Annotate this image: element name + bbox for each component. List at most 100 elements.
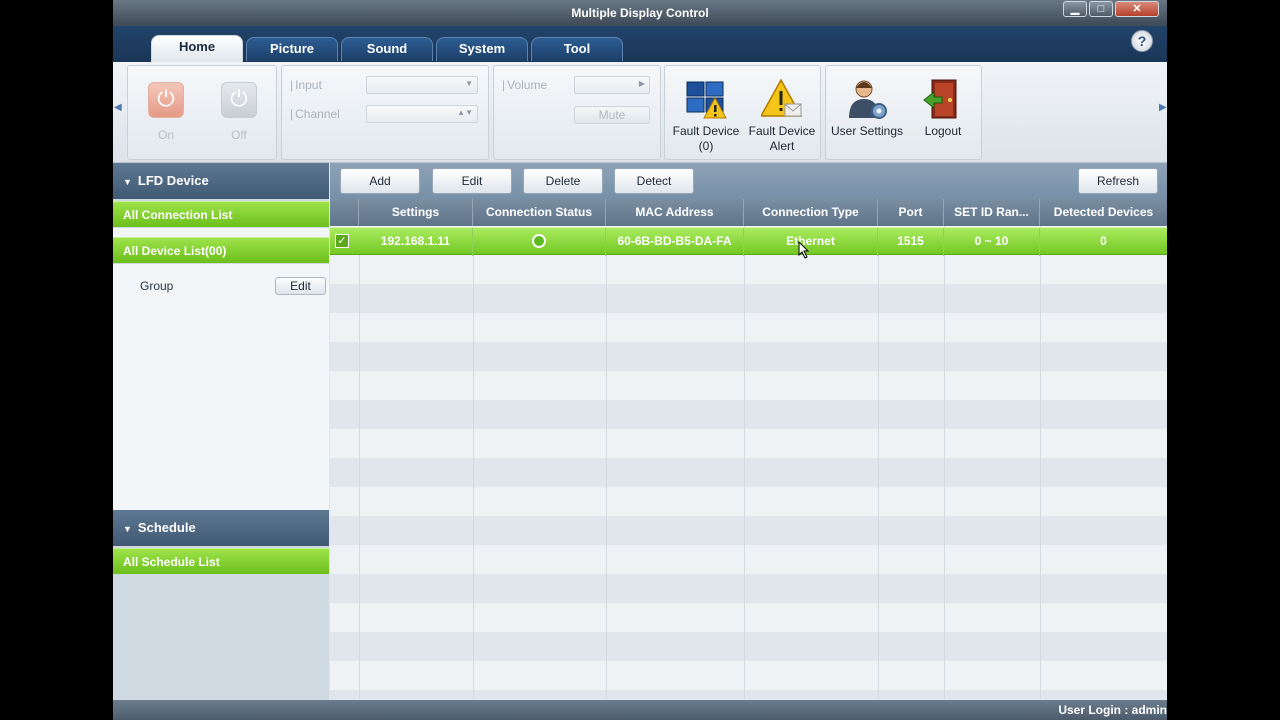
status-bar: User Login : admin — [113, 700, 1167, 720]
power-off-label: Off — [231, 128, 247, 142]
power-off-button[interactable]: ⏻ — [221, 82, 257, 118]
cell-settings: 192.168.1.11 — [359, 228, 473, 256]
add-button[interactable]: Add — [340, 168, 420, 194]
cell-set-id-range: 0 ~ 10 — [944, 228, 1040, 256]
schedule-header[interactable]: ▼ Schedule — [113, 510, 329, 546]
empty-table-row — [330, 371, 1167, 400]
cell-port: 1515 — [878, 228, 944, 256]
cell-connection-status — [473, 228, 606, 256]
collapse-triangle-icon: ▼ — [123, 177, 132, 187]
tab-system[interactable]: System — [436, 37, 528, 61]
row-checkbox[interactable]: ✓ — [335, 234, 349, 248]
input-select[interactable]: ▼ — [366, 76, 478, 94]
table-row[interactable]: ✓ 192.168.1.11 60-6B-BD-B5-DA-FA Etherne… — [330, 227, 1167, 256]
power-on-button[interactable]: ⏻ — [148, 82, 184, 118]
logout-button[interactable]: Logout — [904, 66, 982, 159]
table-header: Settings Connection Status MAC Address C… — [330, 199, 1167, 226]
channel-stepper[interactable]: ▲▼ — [366, 105, 478, 123]
fault-device-alert-label: Fault Device Alert — [743, 124, 821, 154]
chevron-right-icon: ▶ — [638, 79, 645, 88]
home-ribbon: ◀ ▶ ⏻ On ⏻ Off Input ▼ Channel ▲▼ Volume… — [113, 62, 1167, 163]
empty-table-row — [330, 603, 1167, 632]
close-button[interactable]: ✕ — [1115, 1, 1159, 17]
cell-detected-devices: 0 — [1100, 234, 1107, 248]
column-header-set-id-range[interactable]: SET ID Ran... — [944, 199, 1040, 226]
fault-device-label: Fault Device (0) — [667, 124, 745, 154]
input-label: Input — [290, 78, 322, 92]
fault-device-label-line1: Fault Device — [672, 124, 740, 138]
logout-door-icon — [923, 79, 957, 119]
delete-button[interactable]: Delete — [523, 168, 603, 194]
cell-connection-type: Ethernet — [744, 228, 878, 256]
tab-home[interactable]: Home — [151, 35, 243, 62]
empty-table-row — [330, 400, 1167, 429]
column-header-mac-address[interactable]: MAC Address — [606, 199, 744, 226]
refresh-button[interactable]: Refresh — [1078, 168, 1158, 194]
fault-alert-label-line2: Alert — [769, 139, 795, 153]
volume-label: Volume — [502, 78, 547, 92]
fault-device-alert-button[interactable]: Fault Device Alert — [743, 66, 821, 159]
tab-sound[interactable]: Sound — [341, 37, 433, 61]
empty-table-row — [330, 313, 1167, 342]
select-all-header[interactable] — [330, 199, 359, 226]
connected-status-icon — [532, 233, 546, 248]
ribbon-scroll-right-icon[interactable]: ▶ — [1159, 102, 1167, 113]
user-settings-button[interactable]: User Settings — [828, 66, 906, 159]
group-label: Group — [140, 279, 174, 293]
fault-device-count: (0) — [698, 139, 714, 153]
window-controls: ▁ □ ✕ — [1061, 1, 1159, 17]
device-table: Settings Connection Status MAC Address C… — [330, 199, 1167, 699]
input-channel-group: Input ▼ Channel ▲▼ — [281, 65, 489, 160]
edit-button[interactable]: Edit — [432, 168, 512, 194]
ribbon-scroll-left-icon[interactable]: ◀ — [114, 102, 122, 113]
user-group: User Settings Logout — [825, 65, 982, 160]
column-divider — [1040, 226, 1041, 699]
power-group: ⏻ On ⏻ Off — [127, 65, 277, 160]
warning-mail-icon — [761, 78, 803, 117]
column-header-connection-status[interactable]: Connection Status — [473, 199, 606, 226]
empty-table-row — [330, 429, 1167, 458]
column-header-detected-devices[interactable]: Detected Devices — [1040, 199, 1167, 226]
volume-slider[interactable]: ▶ — [574, 76, 650, 94]
column-divider — [473, 226, 474, 699]
empty-table-row — [330, 458, 1167, 487]
spinner-icon: ▲▼ — [457, 108, 473, 117]
column-divider — [359, 226, 360, 699]
chevron-down-icon: ▼ — [465, 79, 473, 88]
all-device-list-item[interactable]: All Device List(00) — [113, 237, 329, 263]
group-edit-button[interactable]: Edit — [275, 277, 326, 295]
mouse-cursor-icon — [798, 241, 810, 259]
app-window: Multiple Display Control ▁ □ ✕ Home Pict… — [113, 0, 1167, 720]
channel-label: Channel — [290, 107, 340, 121]
lfd-device-header[interactable]: ▼ LFD Device — [113, 163, 329, 199]
fault-device-icon — [686, 81, 727, 119]
user-login-status: User Login : admin — [1058, 703, 1167, 717]
fault-device-button[interactable]: Fault Device (0) — [667, 66, 745, 159]
empty-table-row — [330, 574, 1167, 603]
column-header-settings[interactable]: Settings — [359, 199, 473, 226]
all-connection-list-item[interactable]: All Connection List — [113, 201, 329, 227]
help-icon[interactable]: ? — [1131, 30, 1153, 52]
empty-table-row — [330, 545, 1167, 574]
schedule-title: Schedule — [137, 520, 196, 535]
tab-picture[interactable]: Picture — [246, 37, 338, 61]
column-header-port[interactable]: Port — [878, 199, 944, 226]
lfd-device-title: LFD Device — [137, 173, 209, 188]
empty-table-row — [330, 487, 1167, 516]
user-settings-icon — [849, 80, 887, 119]
detect-button[interactable]: Detect — [614, 168, 694, 194]
tab-tool[interactable]: Tool — [531, 37, 623, 61]
collapse-triangle-icon: ▼ — [123, 524, 132, 534]
fault-alert-label-line1: Fault Device — [748, 124, 816, 138]
mute-button[interactable]: Mute — [574, 106, 650, 124]
column-header-connection-type[interactable]: Connection Type — [744, 199, 878, 226]
cell-mac-address: 60-6B-BD-B5-DA-FA — [606, 228, 744, 256]
maximize-button[interactable]: □ — [1089, 1, 1113, 17]
minimize-button[interactable]: ▁ — [1063, 1, 1087, 17]
all-schedule-list-item[interactable]: All Schedule List — [113, 548, 329, 574]
column-divider — [944, 226, 945, 699]
fault-group: Fault Device (0) Fault Device Alert — [664, 65, 821, 160]
main-tab-bar: Home Picture Sound System Tool ? — [113, 26, 1167, 62]
user-settings-label: User Settings — [830, 124, 904, 138]
empty-table-row — [330, 661, 1167, 690]
